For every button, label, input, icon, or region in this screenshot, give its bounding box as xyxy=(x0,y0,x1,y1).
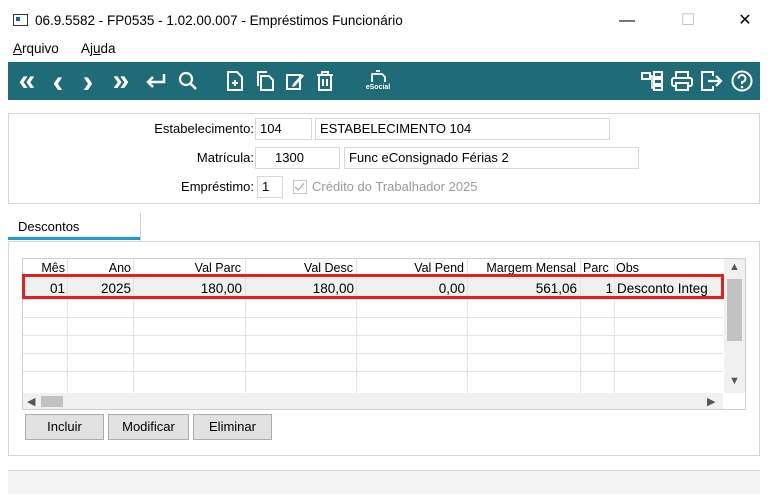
last-record-icon[interactable]: » xyxy=(104,62,138,100)
minimize-button[interactable]: — xyxy=(604,7,650,35)
col-header-val-pend[interactable]: Val Pend xyxy=(358,261,464,275)
horizontal-scroll-thumb[interactable] xyxy=(41,396,63,407)
modificar-button[interactable]: Modificar xyxy=(108,414,189,440)
col-header-margem-mensal[interactable]: Margem Mensal xyxy=(469,261,576,275)
print-icon[interactable] xyxy=(668,62,696,100)
help-icon[interactable] xyxy=(728,62,756,100)
vertical-scroll-thumb[interactable] xyxy=(727,279,742,341)
previous-record-icon[interactable]: ‹ xyxy=(46,62,70,100)
toolbar: « ‹ › » eSocial xyxy=(8,62,760,100)
app-icon xyxy=(13,14,28,26)
first-record-icon[interactable]: « xyxy=(10,62,44,100)
col-header-val-parc[interactable]: Val Parc xyxy=(135,261,241,275)
menu-arquivo[interactable]: Arquivo xyxy=(13,41,59,56)
goto-enter-icon[interactable] xyxy=(142,62,170,100)
credito-label: Crédito do Trabalhador 2025 xyxy=(312,179,478,194)
delete-icon[interactable] xyxy=(312,62,338,100)
hierarchy-icon[interactable] xyxy=(638,62,666,100)
active-tab-indicator xyxy=(8,237,140,240)
emprestimo-code-field[interactable]: 1 xyxy=(257,176,283,198)
selected-row-highlight xyxy=(22,274,724,299)
scroll-down-icon[interactable]: ▼ xyxy=(729,375,740,387)
horizontal-scrollbar[interactable]: ◀ ▶ xyxy=(23,393,723,409)
next-record-icon[interactable]: › xyxy=(76,62,100,100)
tab-descontos[interactable]: Descontos xyxy=(8,213,141,241)
incluir-button[interactable]: Incluir xyxy=(25,414,104,440)
emprestimo-label: Empréstimo: xyxy=(181,179,254,194)
scroll-right-icon[interactable]: ▶ xyxy=(707,395,715,408)
grid-line xyxy=(23,371,723,372)
matricula-name-field: Func eConsignado Férias 2 xyxy=(344,147,639,169)
title-bar: 06.9.5582 - FP0535 - 1.02.00.007 - Empré… xyxy=(0,0,775,40)
col-header-mes[interactable]: Mês xyxy=(25,261,65,275)
maximize-button[interactable]: ☐ xyxy=(665,7,711,35)
estabelecimento-label: Estabelecimento: xyxy=(154,121,254,136)
col-header-obs[interactable]: Obs xyxy=(616,261,716,275)
edit-icon[interactable] xyxy=(282,62,308,100)
col-header-parc[interactable]: Parc xyxy=(583,261,615,275)
grid-line xyxy=(23,299,723,300)
exit-icon[interactable] xyxy=(698,62,726,100)
matricula-code-field[interactable]: 1300 xyxy=(255,147,340,169)
close-button[interactable]: ✕ xyxy=(722,7,768,35)
vertical-scrollbar[interactable]: ▲ ▼ xyxy=(724,259,745,393)
grid-line xyxy=(23,335,723,336)
estabelecimento-code-field[interactable]: 104 xyxy=(255,118,312,140)
menu-ajuda[interactable]: Ajuda xyxy=(81,41,116,56)
status-bar xyxy=(8,470,760,494)
matricula-label: Matrícula: xyxy=(196,150,254,165)
grid-line xyxy=(23,353,723,354)
window-title: 06.9.5582 - FP0535 - 1.02.00.007 - Empré… xyxy=(35,13,403,28)
eliminar-button[interactable]: Eliminar xyxy=(193,414,272,440)
search-icon[interactable] xyxy=(174,62,202,100)
col-header-val-desc[interactable]: Val Desc xyxy=(247,261,353,275)
menu-bar: Arquivo Ajuda xyxy=(0,40,775,60)
col-header-ano[interactable]: Ano xyxy=(69,261,131,275)
tab-bar: Descontos xyxy=(8,213,760,241)
estabelecimento-name-field: ESTABELECIMENTO 104 xyxy=(315,118,610,140)
credito-checkbox[interactable] xyxy=(293,180,307,194)
esocial-icon[interactable]: eSocial xyxy=(358,62,398,100)
scroll-up-icon[interactable]: ▲ xyxy=(729,261,740,273)
scroll-left-icon[interactable]: ◀ xyxy=(27,395,35,408)
copy-icon[interactable] xyxy=(252,62,278,100)
grid-line xyxy=(23,317,723,318)
new-document-icon[interactable] xyxy=(222,62,248,100)
